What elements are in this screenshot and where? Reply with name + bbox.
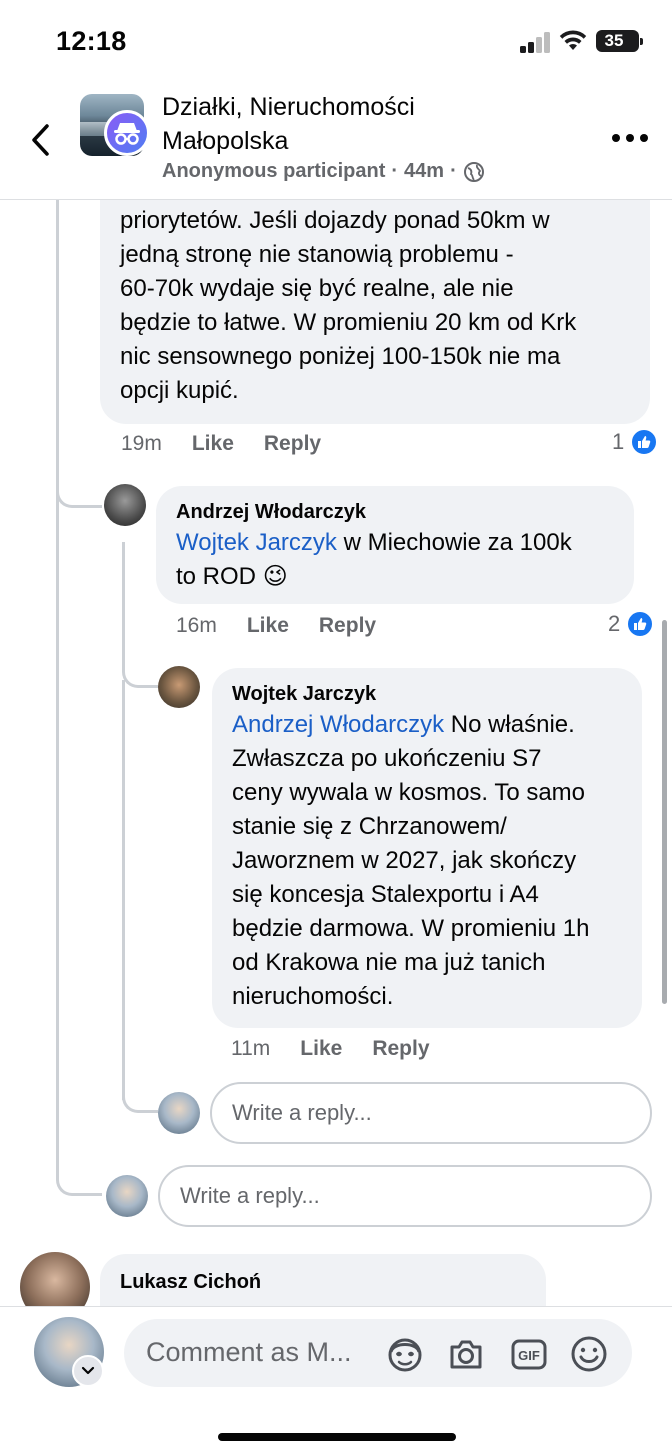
reply-input-placeholder: Write a reply... [232, 1100, 372, 1125]
comment-text-line: Wojtek Jarczyk w Miechowie za 100k [176, 526, 626, 560]
avatar-sticker-icon[interactable] [384, 1333, 426, 1375]
thread-connector [122, 1085, 158, 1113]
more-options-icon[interactable] [612, 134, 648, 144]
status-bar: 12:18 35 [0, 0, 672, 84]
avatar[interactable] [158, 666, 200, 708]
comment-text-fragment: No właśnie. [444, 711, 575, 738]
comment-text-line: będzie to łatwe. W promieniu 20 km od Kr… [120, 309, 577, 336]
reaction-count-number: 1 [612, 429, 625, 454]
comment-time: 16m [176, 614, 217, 637]
camera-icon[interactable] [445, 1333, 487, 1375]
reply-button[interactable]: Reply [319, 614, 376, 638]
comment-input[interactable]: Comment as M... GIF [124, 1319, 632, 1387]
battery-level: 35 [604, 31, 624, 50]
mention-link[interactable]: Andrzej Włodarczyk [232, 711, 444, 738]
comment-text-fragment: w Miechowie za 100k [336, 529, 572, 556]
comment-text-line: Andrzej Włodarczyk No właśnie. [232, 708, 642, 742]
comment-text-line: to ROD 😉 [176, 560, 626, 594]
comment-author[interactable]: Lukasz Cichoń [120, 1268, 261, 1296]
comment-text-line: priorytetów. Jeśli dojazdy ponad 50km w [120, 207, 550, 234]
post-age: 44m [404, 160, 445, 182]
cellular-signal-icon [520, 31, 552, 53]
group-name-line1: Działki, Nieruchomości [162, 93, 415, 121]
battery-icon: 35 [596, 30, 643, 52]
thumbs-up-icon [630, 428, 659, 456]
thread-line [122, 542, 125, 672]
comment-text: Andrzej Włodarczyk No właśnie. Zwłaszcza… [232, 708, 642, 1014]
anonymous-incognito-icon [104, 110, 150, 156]
reply-button[interactable]: Reply [372, 1037, 429, 1061]
group-name-line2: Małopolska [162, 127, 289, 155]
avatar[interactable] [104, 484, 146, 526]
comment-composer: Comment as M... GIF [0, 1306, 672, 1454]
comment-text-line: jedną stronę nie stanowią problemu - [120, 241, 514, 268]
like-button[interactable]: Like [247, 614, 289, 638]
comment-bubble[interactable]: priorytetów. Jeśli dojazdy ponad 50km w … [100, 180, 650, 424]
home-indicator[interactable] [218, 1433, 456, 1441]
like-button[interactable]: Like [192, 432, 234, 456]
reply-button[interactable]: Reply [264, 432, 321, 456]
comment-text-line: Zwłaszcza po ukończeniu S7 [232, 745, 542, 772]
reply-input[interactable]: Write a reply... [210, 1082, 652, 1144]
comment-text-line: nic sensownego poniżej 100-150k nie ma [120, 343, 561, 370]
comment-actions: 19m Like Reply [121, 432, 321, 456]
comment-text-line: nieruchomości. [232, 983, 394, 1010]
post-header: Działki, Nieruchomości Małopolska Anonym… [0, 84, 672, 200]
comment-text: priorytetów. Jeśli dojazdy ponad 50km w … [120, 204, 640, 408]
comment-author[interactable]: Andrzej Włodarczyk [176, 498, 366, 526]
meta-separator: · [450, 160, 457, 182]
scrollbar[interactable] [662, 620, 667, 1004]
comment-time: 19m [121, 432, 162, 455]
comment-text-line: Jaworznem w 2027, jak skończy [232, 847, 577, 874]
thread-line [56, 500, 59, 1180]
comment-bubble[interactable]: Andrzej Włodarczyk Wojtek Jarczyk w Miec… [156, 486, 634, 604]
post-meta: Anonymous participant · 44m · [162, 160, 485, 183]
thumbs-up-icon [626, 610, 655, 638]
wifi-icon [559, 30, 587, 50]
thread-connector [56, 1160, 102, 1196]
comment-actions: 16m Like Reply [176, 614, 376, 638]
globe-icon [463, 161, 484, 182]
wink-emoji: 😉 [262, 563, 288, 590]
comment-time: 11m [231, 1037, 271, 1060]
comment-actions: 11m Like Reply [231, 1037, 430, 1061]
comment-text-fragment: to ROD [176, 563, 263, 590]
thread-line [56, 200, 59, 500]
avatar [106, 1175, 148, 1217]
reply-input[interactable]: Write a reply... [158, 1165, 652, 1227]
comment-text: Wojtek Jarczyk w Miechowie za 100k to RO… [176, 526, 626, 594]
comment-text-line: 60-70k wydaje się być realne, ale nie [120, 275, 514, 302]
comment-text-line: ceny wywala w kosmos. To samo [232, 779, 586, 806]
comment-author[interactable]: Wojtek Jarczyk [232, 680, 376, 708]
comment-text-line: opcji kupić. [120, 377, 239, 404]
comment-text-line: stanie się z Chrzanowem/ [232, 813, 507, 840]
reaction-count[interactable]: 2 [608, 610, 655, 638]
gif-icon[interactable]: GIF [508, 1333, 550, 1375]
comment-text-line: się koncesja Stalexportu i A4 [232, 881, 539, 908]
emoji-icon[interactable] [568, 1333, 610, 1375]
status-time: 12:18 [56, 26, 127, 56]
comment-input-placeholder: Comment as M... [146, 1337, 352, 1367]
comment-text-line: będzie darmowa. W promieniu 1h [232, 915, 590, 942]
reply-input-placeholder: Write a reply... [180, 1183, 320, 1208]
mention-link[interactable]: Wojtek Jarczyk [176, 529, 337, 556]
thread-connector [122, 660, 158, 688]
back-arrow-icon[interactable] [26, 120, 56, 160]
svg-text:GIF: GIF [518, 1348, 540, 1363]
group-name[interactable]: Działki, Nieruchomości Małopolska [162, 90, 415, 158]
comment-bubble[interactable]: Wojtek Jarczyk Andrzej Włodarczyk No wła… [212, 668, 642, 1028]
thread-connector [56, 470, 102, 508]
comment-text-line: od Krakowa nie ma już tanich [232, 949, 546, 976]
reaction-count[interactable]: 1 [612, 428, 659, 456]
post-author: Anonymous participant [162, 160, 386, 182]
thread-line [122, 680, 125, 1100]
reaction-count-number: 2 [608, 611, 621, 636]
avatar [158, 1092, 200, 1134]
meta-separator: · [391, 160, 399, 182]
like-button[interactable]: Like [300, 1037, 342, 1061]
chevron-down-icon[interactable] [72, 1355, 104, 1387]
